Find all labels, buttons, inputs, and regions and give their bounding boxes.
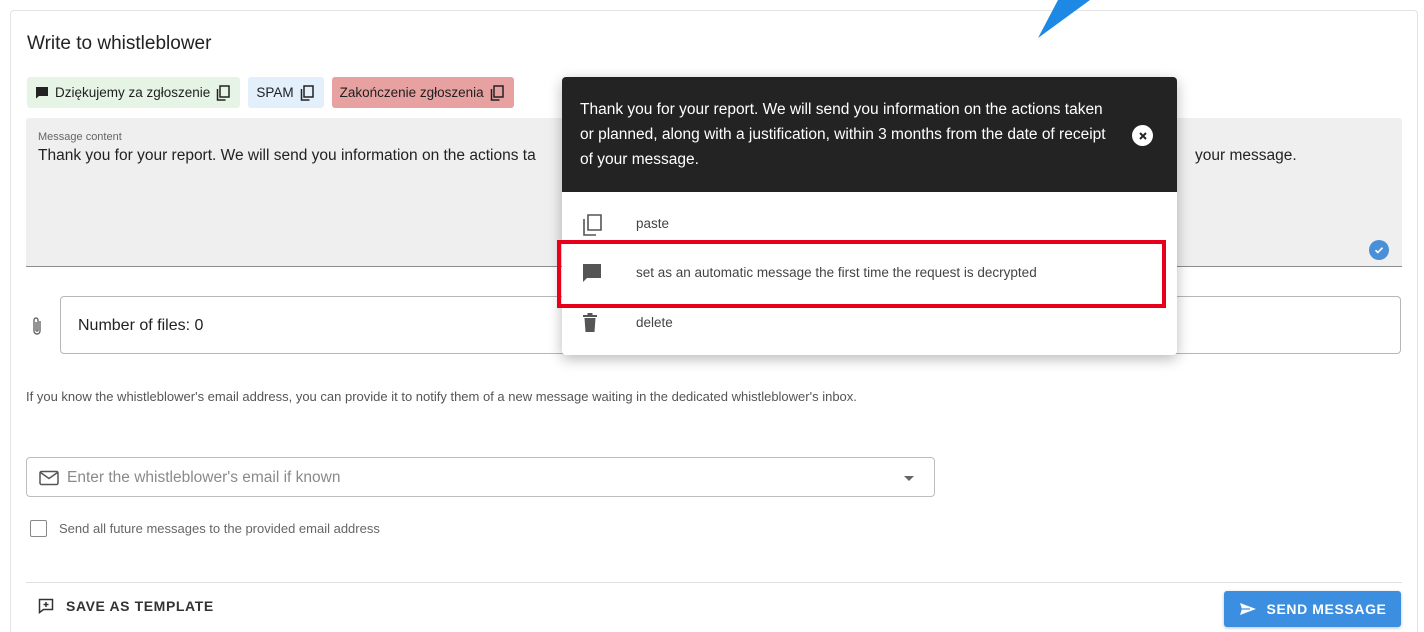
template-chip-closing[interactable]: Zakończenie zgłoszenia: [331, 77, 514, 108]
menu-item-delete[interactable]: delete: [562, 303, 1177, 343]
template-chips: Dziękujemy za zgłoszenie SPAM Zakończeni…: [27, 77, 514, 108]
copy-icon[interactable]: [490, 84, 504, 101]
template-chip-label: Dziękujemy za zgłoszenie: [55, 85, 211, 100]
template-chip-spam[interactable]: SPAM: [248, 77, 324, 108]
save-as-template-label: SAVE AS TEMPLATE: [66, 598, 214, 614]
paperclip-icon[interactable]: [30, 316, 44, 338]
close-icon[interactable]: [1132, 125, 1153, 146]
email-field-wrapper[interactable]: [26, 457, 935, 497]
check-circle-icon: [1369, 240, 1389, 260]
template-chip-label: SPAM: [256, 85, 294, 100]
message-icon: [36, 87, 48, 99]
message-icon: [583, 264, 601, 282]
send-message-label: SEND MESSAGE: [1266, 601, 1387, 617]
future-messages-label: Send all future messages to the provided…: [59, 521, 380, 536]
email-input[interactable]: [67, 467, 887, 489]
template-preview-header: Thank you for your report. We will send …: [562, 77, 1177, 192]
menu-item-label: set as an automatic message the first ti…: [636, 265, 1037, 280]
menu-item-label: delete: [636, 315, 673, 330]
template-chip-thanks[interactable]: Dziękujemy za zgłoszenie: [27, 77, 241, 108]
future-messages-checkbox-row[interactable]: Send all future messages to the provided…: [30, 520, 380, 537]
chevron-down-icon[interactable]: [904, 476, 914, 481]
message-content-label: Message content: [38, 131, 122, 143]
message-text-end: your message.: [1195, 147, 1297, 164]
add-comment-icon: [38, 598, 54, 614]
copy-icon: [583, 214, 602, 236]
menu-item-paste[interactable]: paste: [562, 204, 1177, 244]
footer-divider: [26, 582, 1402, 583]
menu-item-label: paste: [636, 216, 670, 231]
panel-title: Write to whistleblower: [27, 33, 212, 54]
future-messages-checkbox[interactable]: [30, 520, 47, 537]
pointer-arrow-icon: [1038, 0, 1090, 38]
email-info-text: If you know the whistleblower's email ad…: [26, 389, 857, 404]
menu-item-set-automatic-message[interactable]: set as an automatic message the first ti…: [562, 253, 1177, 293]
send-message-button[interactable]: SEND MESSAGE: [1224, 591, 1401, 627]
files-count: Number of files: 0: [78, 317, 204, 334]
template-chip-label: Zakończenie zgłoszenia: [339, 85, 484, 100]
template-context-menu: Thank you for your report. We will send …: [562, 77, 1177, 355]
copy-icon[interactable]: [216, 84, 231, 101]
message-text-start: Thank you for your report. We will send …: [38, 147, 536, 164]
template-preview-text: Thank you for your report. We will send …: [580, 101, 1106, 168]
copy-icon[interactable]: [300, 84, 314, 101]
trash-icon: [583, 313, 597, 332]
save-as-template-button[interactable]: SAVE AS TEMPLATE: [38, 598, 214, 614]
mail-icon: [39, 470, 59, 486]
send-icon: [1239, 603, 1256, 615]
